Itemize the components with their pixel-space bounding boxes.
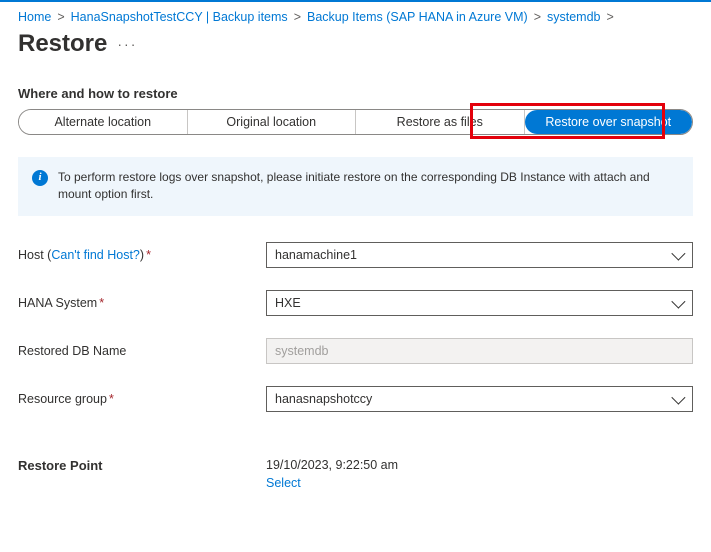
more-icon[interactable]: ··· (117, 36, 137, 52)
restore-mode-label: Where and how to restore (0, 86, 711, 109)
resource-group-label: Resource group* (18, 392, 266, 406)
required-icon: * (146, 248, 151, 262)
restored-db-placeholder: systemdb (275, 344, 329, 358)
host-select-value: hanamachine1 (275, 248, 357, 262)
hana-system-label: HANA System* (18, 296, 266, 310)
tab-restore-over-snapshot[interactable]: Restore over snapshot (525, 110, 693, 134)
chevron-right-icon: > (294, 10, 301, 24)
page-title: Restore (18, 30, 107, 58)
hana-system-select[interactable]: HXE (266, 290, 693, 316)
chevron-down-icon (671, 294, 685, 308)
restore-point-select-link[interactable]: Select (266, 476, 398, 490)
restored-db-label: Restored DB Name (18, 344, 266, 358)
tab-original-location[interactable]: Original location (188, 110, 357, 134)
chevron-right-icon: > (534, 10, 541, 24)
restored-db-input: systemdb (266, 338, 693, 364)
breadcrumb-link[interactable]: systemdb (547, 10, 601, 24)
info-text: To perform restore logs over snapshot, p… (58, 169, 679, 204)
restore-point-label: Restore Point (18, 458, 266, 490)
tab-alternate-location[interactable]: Alternate location (19, 110, 188, 134)
chevron-right-icon: > (57, 10, 64, 24)
cant-find-host-link[interactable]: Can't find Host? (51, 248, 140, 262)
host-label: Host (Can't find Host?)* (18, 248, 266, 262)
breadcrumb-link[interactable]: Home (18, 10, 51, 24)
info-icon: i (32, 170, 48, 186)
resource-group-select[interactable]: hanasnapshotccy (266, 386, 693, 412)
restore-mode-tabs: Alternate location Original location Res… (18, 109, 693, 135)
restore-point-value: 19/10/2023, 9:22:50 am (266, 458, 398, 472)
info-banner: i To perform restore logs over snapshot,… (18, 157, 693, 216)
required-icon: * (99, 296, 104, 310)
chevron-down-icon (671, 390, 685, 404)
host-select[interactable]: hanamachine1 (266, 242, 693, 268)
breadcrumb-link[interactable]: HanaSnapshotTestCCY | Backup items (71, 10, 288, 24)
breadcrumb: Home > HanaSnapshotTestCCY | Backup item… (0, 2, 711, 28)
resource-group-select-value: hanasnapshotccy (275, 392, 372, 406)
hana-system-select-value: HXE (275, 296, 301, 310)
breadcrumb-link[interactable]: Backup Items (SAP HANA in Azure VM) (307, 10, 528, 24)
chevron-right-icon: > (607, 10, 614, 24)
required-icon: * (109, 392, 114, 406)
tab-restore-as-files[interactable]: Restore as files (356, 110, 525, 134)
chevron-down-icon (671, 246, 685, 260)
